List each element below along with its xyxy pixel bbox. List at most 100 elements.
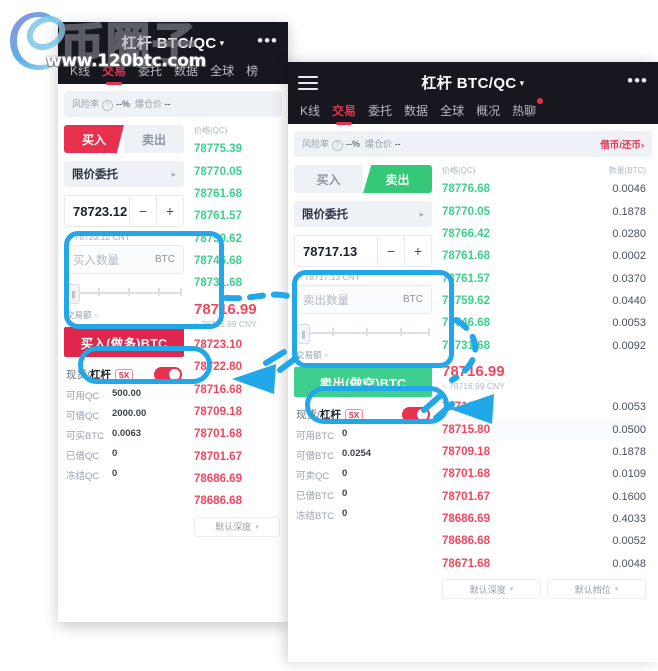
right-price-minus-button[interactable]: −	[377, 237, 404, 265]
left-ob-bid-row[interactable]: 78686.68	[194, 490, 280, 512]
left-ob-price: 78686.68	[194, 495, 242, 508]
right-ob-midprice-sub: ≈ 78716.99 CNY	[442, 381, 646, 391]
chevron-down-icon: ▾	[614, 586, 619, 593]
right-price-input[interactable]: 78717.13 − +	[294, 235, 432, 267]
right-ob-bid-row[interactable]: 78716.68 0.0053	[442, 396, 646, 418]
left-order-type-select[interactable]: 限价委托 ▸	[64, 161, 184, 187]
right-title-row[interactable]: 杠杆 BTC/QC ▾	[288, 62, 658, 93]
right-ob-bid-row[interactable]: 78701.67 0.1600	[442, 486, 646, 508]
annotation-highlight-sell-qty	[292, 270, 454, 368]
right-ob-ask-row[interactable]: 78731.68 0.0092	[442, 335, 646, 357]
tab-chat-label: 热聊	[512, 104, 537, 118]
right-top-bar: 杠杆 BTC/QC ▾ ••• K线 交易 委托 数据 全球 概况 热聊	[288, 62, 658, 124]
tab-overview[interactable]: 概况	[470, 99, 506, 127]
left-ob-price: 78770.05	[194, 165, 242, 178]
right-liq-label: 爆仓价	[365, 139, 393, 149]
left-ob-bid-row[interactable]: 78716.68	[194, 378, 280, 400]
right-orderbook-footer: 默认深度 ▾ 默认档位 ▾	[442, 575, 646, 607]
tab-kline[interactable]: K线	[64, 59, 96, 87]
tab-kline[interactable]: K线	[294, 99, 326, 127]
right-order-type-label: 限价委托	[302, 209, 348, 221]
left-more-icon[interactable]: •••	[257, 32, 278, 49]
right-tier-select[interactable]: 默认档位 ▾	[547, 579, 646, 599]
left-order-type-label: 限价委托	[72, 169, 118, 181]
left-ob-ask-row[interactable]: 78770.05	[194, 160, 280, 182]
right-acct-value: 0	[342, 488, 348, 499]
left-price-value[interactable]: 78723.12	[65, 204, 129, 219]
borrow-repay-label: 借币/还币	[600, 140, 641, 151]
right-ob-bid-row[interactable]: 78709.18 0.1878	[442, 441, 646, 463]
right-ob-bid-row[interactable]: 78671.68 0.0048	[442, 553, 646, 575]
right-ob-bid-row[interactable]: 78686.69 0.4033	[442, 508, 646, 530]
right-ob-ask-row[interactable]: 78766.42 0.0280	[442, 223, 646, 245]
right-acct-key: 冻结BTC	[296, 511, 335, 522]
chevron-down-icon[interactable]: ▾	[220, 38, 225, 48]
left-ob-price: 78701.68	[194, 428, 242, 441]
left-price-plus-button[interactable]: +	[156, 197, 183, 225]
right-sell-tab[interactable]: 卖出	[363, 165, 432, 193]
right-more-icon[interactable]: •••	[627, 72, 648, 89]
left-ob-bid-row[interactable]: 78701.67	[194, 446, 280, 468]
right-ob-ask-row[interactable]: 78770.05 0.1878	[442, 200, 646, 222]
right-ob-vol: 0.0052	[612, 535, 646, 548]
left-account-row: 可买BTC 0.0063	[66, 428, 182, 442]
right-ob-ask-row[interactable]: 78759.62 0.0440	[442, 290, 646, 312]
left-ob-bid-row[interactable]: 78686.69	[194, 468, 280, 490]
tab-chat[interactable]: 热聊	[506, 98, 544, 127]
left-orderbook: 价格(QC) 78775.39 78770.05 78761.68 78761.…	[190, 117, 288, 545]
left-price-input[interactable]: 78723.12 − +	[64, 195, 184, 227]
chevron-right-icon: ▸	[171, 168, 176, 179]
tab-rank[interactable]: 榜	[240, 59, 264, 87]
left-buy-tab[interactable]: 买入	[64, 125, 124, 153]
menu-icon[interactable]	[298, 76, 318, 90]
left-sell-tab[interactable]: 卖出	[124, 125, 184, 153]
right-tab-bar: K线 交易 委托 数据 全球 概况 热聊	[288, 93, 658, 127]
tab-orders[interactable]: 委托	[132, 59, 168, 87]
tab-trade[interactable]: 交易	[96, 59, 132, 87]
right-depth-select[interactable]: 默认深度 ▾	[442, 579, 541, 599]
left-depth-select[interactable]: 默认深度 ▾	[194, 516, 280, 537]
left-ob-ask-row[interactable]: 78761.68	[194, 183, 280, 205]
left-ob-bid-row[interactable]: 78709.18	[194, 401, 280, 423]
help-icon[interactable]: ?	[332, 140, 344, 151]
right-body: 买入 卖出 限价委托 ▸ 78717.13 − + ≈78717.13 CNY …	[288, 157, 658, 607]
left-acct-value: 500.00	[112, 388, 142, 399]
right-ob-bid-row[interactable]: 78701.68 0.0109	[442, 463, 646, 485]
tab-global[interactable]: 全球	[434, 99, 470, 127]
right-ob-ask-row[interactable]: 78761.57 0.0370	[442, 268, 646, 290]
right-ob-ask-row[interactable]: 78761.68 0.0002	[442, 245, 646, 267]
tab-orders[interactable]: 委托	[362, 99, 398, 127]
tab-data[interactable]: 数据	[398, 99, 434, 127]
right-price-plus-button[interactable]: +	[404, 237, 431, 265]
right-account-row: 可借BTC 0.0254	[296, 448, 430, 462]
help-icon[interactable]: ?	[102, 100, 114, 111]
left-price-minus-button[interactable]: −	[129, 197, 156, 225]
left-ob-ask-row[interactable]: 78761.57	[194, 205, 280, 227]
tab-data[interactable]: 数据	[168, 59, 204, 87]
right-price-value[interactable]: 78717.13	[295, 244, 377, 259]
right-ob-ask-row[interactable]: 78776.68 0.0046	[442, 178, 646, 200]
left-ob-bid-row[interactable]: 78701.68	[194, 423, 280, 445]
right-order-type-select[interactable]: 限价委托 ▸	[294, 201, 432, 227]
left-liq-label: 爆仓价	[135, 99, 163, 109]
annotation-highlight-buy-qty	[64, 231, 224, 329]
chevron-down-icon[interactable]: ▾	[520, 78, 525, 88]
left-ob-price-header: 价格(QC)	[194, 126, 228, 135]
right-buy-tab[interactable]: 买入	[294, 165, 363, 193]
left-acct-key: 可买BTC	[66, 431, 105, 442]
right-acct-value: 0	[342, 428, 348, 439]
tab-trade[interactable]: 交易	[326, 99, 362, 127]
right-ob-vol: 0.0092	[612, 339, 646, 352]
right-acct-key: 可卖QC	[296, 471, 330, 482]
right-ob-ask-row[interactable]: 78746.68 0.0053	[442, 312, 646, 334]
right-ob-vol-header: 数量(BTC)	[608, 166, 646, 175]
left-title-row[interactable]: 杠杆 BTC/QC ▾	[58, 22, 288, 53]
right-risk-group: 风险率? --% 爆仓价 --	[302, 137, 401, 151]
borrow-repay-link[interactable]: 借币/还币›	[600, 137, 644, 151]
right-acct-key: 可借BTC	[296, 451, 335, 462]
right-ob-bid-row[interactable]: 78715.80 0.0500	[442, 418, 646, 441]
right-account-row: 冻结BTC 0	[296, 508, 430, 522]
tab-global[interactable]: 全球	[204, 59, 240, 87]
left-ob-ask-row[interactable]: 78775.39	[194, 138, 280, 160]
right-ob-bid-row[interactable]: 78686.68 0.0052	[442, 530, 646, 552]
